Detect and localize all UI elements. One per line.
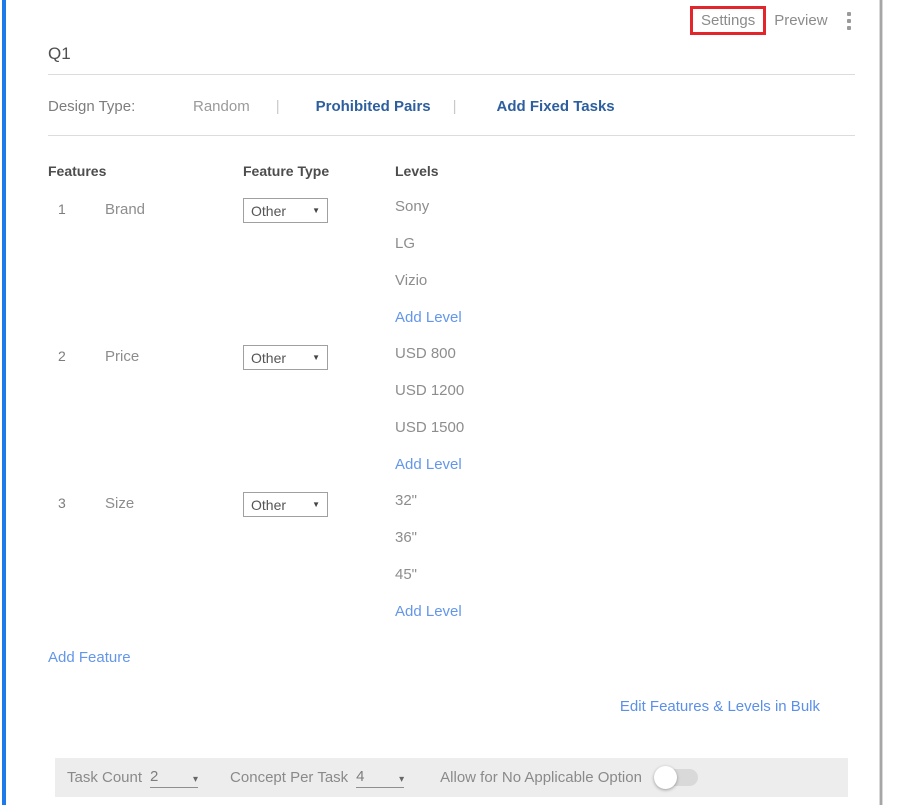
concept-per-task-value: 4 <box>356 768 364 785</box>
design-type-label: Design Type: <box>48 98 145 115</box>
level-item[interactable]: USD 1500 <box>395 419 855 439</box>
level-item[interactable]: 36" <box>395 529 855 549</box>
separator: | <box>453 98 457 115</box>
feature-index: 1 <box>48 198 105 217</box>
preview-button[interactable]: Preview <box>774 12 827 29</box>
feature-type-select[interactable]: Other ▼ <box>243 345 328 370</box>
level-item[interactable]: USD 800 <box>395 345 855 365</box>
feature-rows: 1 Brand Other ▼ Sony LG Vizio Add Level … <box>48 198 855 623</box>
task-count-value: 2 <box>150 768 158 785</box>
task-settings-bar: Task Count 2 ▾ Concept Per Task 4 ▾ Allo… <box>55 758 848 797</box>
task-count-select[interactable]: 2 ▾ <box>150 768 198 788</box>
add-feature-link[interactable]: Add Feature <box>48 649 131 666</box>
no-applicable-option-toggle[interactable] <box>656 769 698 786</box>
question-title: Q1 <box>48 44 855 64</box>
features-column-header: Features <box>48 163 243 179</box>
levels-column-header: Levels <box>395 163 855 179</box>
question-content: Q1 Design Type: Random | Prohibited Pair… <box>48 0 855 715</box>
caret-down-icon: ▼ <box>312 206 320 215</box>
concept-per-task-label: Concept Per Task <box>230 769 348 786</box>
left-accent-bar <box>2 0 6 805</box>
design-option-random[interactable]: Random <box>193 98 250 115</box>
topbar: Settings Preview <box>690 6 853 35</box>
toggle-knob <box>654 766 677 789</box>
add-level-link[interactable]: Add Level <box>395 309 855 329</box>
separator: | <box>276 98 280 115</box>
feature-index: 3 <box>48 492 105 511</box>
design-option-prohibited-pairs[interactable]: Prohibited Pairs <box>316 98 431 115</box>
divider <box>48 135 855 136</box>
features-table-header: Features Feature Type Levels <box>48 163 855 179</box>
conjoint-question-editor: Settings Preview Q1 Design Type: Random … <box>0 0 900 805</box>
divider <box>48 74 855 75</box>
design-type-row: Design Type: Random | Prohibited Pairs |… <box>48 98 855 115</box>
levels-list: Sony LG Vizio Add Level <box>395 198 855 329</box>
level-item[interactable]: 45" <box>395 566 855 586</box>
caret-down-icon: ▼ <box>312 353 320 362</box>
feature-index: 2 <box>48 345 105 364</box>
add-level-link[interactable]: Add Level <box>395 603 855 623</box>
window-right-border[interactable] <box>879 0 883 805</box>
feature-row-price: 2 Price Other ▼ USD 800 USD 1200 USD 150… <box>48 345 855 476</box>
task-count-label: Task Count <box>67 769 142 786</box>
settings-button[interactable]: Settings <box>690 6 766 35</box>
caret-down-icon: ▾ <box>193 774 198 785</box>
level-item[interactable]: LG <box>395 235 855 255</box>
design-option-add-fixed-tasks[interactable]: Add Fixed Tasks <box>497 98 615 115</box>
feature-name[interactable]: Brand <box>105 198 243 218</box>
feature-type-selected-value: Other <box>251 497 286 513</box>
level-item[interactable]: Vizio <box>395 272 855 292</box>
levels-list: USD 800 USD 1200 USD 1500 Add Level <box>395 345 855 476</box>
no-applicable-option-label: Allow for No Applicable Option <box>440 769 642 786</box>
feature-type-select[interactable]: Other ▼ <box>243 198 328 223</box>
level-item[interactable]: 32" <box>395 492 855 512</box>
feature-row-size: 3 Size Other ▼ 32" 36" 45" Add Level <box>48 492 855 623</box>
feature-type-selected-value: Other <box>251 350 286 366</box>
caret-down-icon: ▾ <box>399 774 404 785</box>
concept-per-task-select[interactable]: 4 ▾ <box>356 768 404 788</box>
feature-row-brand: 1 Brand Other ▼ Sony LG Vizio Add Level <box>48 198 855 329</box>
level-item[interactable]: USD 1200 <box>395 382 855 402</box>
kebab-menu-icon[interactable] <box>845 10 853 32</box>
level-item[interactable]: Sony <box>395 198 855 218</box>
add-level-link[interactable]: Add Level <box>395 456 855 476</box>
feature-name[interactable]: Price <box>105 345 243 365</box>
caret-down-icon: ▼ <box>312 500 320 509</box>
bulk-edit-link[interactable]: Edit Features & Levels in Bulk <box>48 698 855 715</box>
feature-type-column-header: Feature Type <box>243 163 395 179</box>
feature-type-selected-value: Other <box>251 203 286 219</box>
feature-type-select[interactable]: Other ▼ <box>243 492 328 517</box>
feature-name[interactable]: Size <box>105 492 243 512</box>
levels-list: 32" 36" 45" Add Level <box>395 492 855 623</box>
